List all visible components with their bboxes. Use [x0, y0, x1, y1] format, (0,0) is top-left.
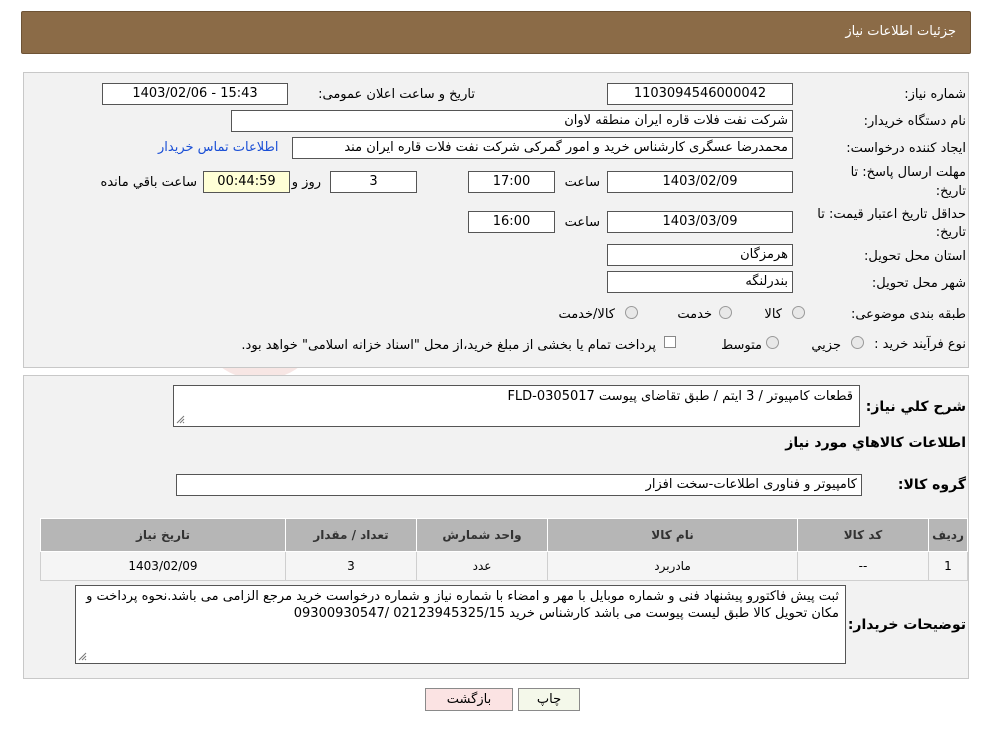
deadline-label: مهلت ارسال پاسخ: تا: [850, 165, 966, 180]
col-quantity: تعداد / مقدار: [285, 518, 417, 552]
city-field[interactable]: بندرلنگه: [607, 271, 793, 293]
cell-need-date: 1403/02/09: [40, 551, 286, 581]
col-unit: واحد شمارش: [416, 518, 548, 552]
buyer-notes-text: ثبت پیش فاکتورو پیشنهاد فنی و شماره موبا…: [86, 589, 839, 621]
province-field[interactable]: هرمزگان: [607, 244, 793, 266]
resize-grip-icon[interactable]: [176, 415, 185, 424]
col-row-number: رديف: [928, 518, 968, 552]
creator-label: ایجاد کننده درخواست:: [846, 141, 966, 156]
process-option-minor: جزیي: [811, 338, 841, 353]
buyer-org-field[interactable]: شرکت نفت فلات قاره ایران منطقه لاوان: [231, 110, 793, 132]
price-validity-label-date: تاریخ:: [935, 225, 966, 240]
buyer-notes-label: توضيحات خريدار:: [847, 617, 966, 633]
col-goods-code: کد کالا: [797, 518, 929, 552]
resize-grip-icon[interactable]: [78, 652, 87, 661]
price-validity-label: حداقل تاریخ اعتبار قیمت: تا: [817, 207, 966, 222]
deadline-label-date: تاریخ:: [935, 184, 966, 199]
col-need-date: تاریخ نیاز: [40, 518, 286, 552]
print-button[interactable]: چاپ: [518, 688, 580, 711]
validity-time-label: ساعت: [564, 215, 600, 230]
announce-datetime-label: تاریخ و ساعت اعلان عمومی:: [318, 87, 475, 102]
remaining-time-label: ساعت باقي مانده: [100, 175, 197, 190]
process-type-label: نوع فرآیند خرید :: [874, 337, 966, 352]
category-radio-goods[interactable]: [792, 306, 805, 319]
goods-table: رديف کد کالا نام کالا واحد شمارش تعداد /…: [40, 518, 968, 581]
goods-group-label: گروه کالا:: [897, 477, 966, 493]
need-number-field[interactable]: 1103094546000042: [607, 83, 793, 105]
category-option-service: خدمت: [677, 307, 712, 322]
summary-text: قطعات کامپیوتر / 3 ایتم / طبق تقاضای پیو…: [507, 389, 853, 404]
creator-field[interactable]: محمدرضا عسگری کارشناس خرید و امور گمرکی …: [292, 137, 793, 159]
remaining-time-field[interactable]: 00:44:59: [203, 171, 290, 193]
summary-label: شرح کلي نياز:: [865, 399, 966, 415]
buyer-contact-link[interactable]: اطلاعات تماس خریدار: [158, 140, 278, 155]
category-option-goods-service: کالا/خدمت: [558, 307, 615, 322]
deadline-time-label: ساعت: [564, 175, 600, 190]
days-label: روز و: [291, 175, 321, 190]
cell-goods-code: --: [797, 551, 929, 581]
page-header: جزئیات اطلاعات نیاز: [21, 11, 971, 54]
goods-table-header: رديف کد کالا نام کالا واحد شمارش تعداد /…: [40, 518, 968, 552]
buyer-notes-textarea[interactable]: ثبت پیش فاکتورو پیشنهاد فنی و شماره موبا…: [75, 585, 846, 664]
cell-row-number: 1: [928, 551, 968, 581]
announce-datetime-field[interactable]: 1403/02/06 - 15:43: [102, 83, 288, 105]
goods-info-title: اطلاعات کالاهاي مورد نياز: [785, 435, 966, 451]
process-radio-minor[interactable]: [851, 336, 864, 349]
cell-goods-name: مادربرد: [547, 551, 798, 581]
cell-unit: عدد: [416, 551, 548, 581]
page-title: جزئیات اطلاعات نیاز: [845, 24, 956, 39]
deadline-time-field[interactable]: 17:00: [468, 171, 555, 193]
col-goods-name: نام کالا: [547, 518, 798, 552]
process-option-medium: متوسط: [721, 338, 762, 353]
validity-time-field[interactable]: 16:00: [468, 211, 555, 233]
cell-quantity: 3: [285, 551, 417, 581]
city-label: شهر محل تحویل:: [871, 276, 966, 291]
summary-textarea[interactable]: قطعات کامپیوتر / 3 ایتم / طبق تقاضای پیو…: [173, 385, 860, 427]
days-field[interactable]: 3: [330, 171, 417, 193]
buyer-org-label: نام دستگاه خریدار:: [863, 114, 966, 129]
table-row: 1 -- مادربرد عدد 3 1403/02/09: [40, 551, 968, 581]
need-number-label: شماره نیاز:: [904, 87, 966, 102]
category-radio-goods-service[interactable]: [625, 306, 638, 319]
back-button[interactable]: بازگشت: [425, 688, 513, 711]
category-label: طبقه بندی موضوعی:: [850, 307, 966, 322]
province-label: استان محل تحویل:: [864, 249, 966, 264]
process-radio-medium[interactable]: [766, 336, 779, 349]
treasury-checkbox[interactable]: [664, 336, 676, 348]
category-option-goods: کالا: [764, 307, 782, 322]
validity-date-field[interactable]: 1403/03/09: [607, 211, 793, 233]
deadline-date-field[interactable]: 1403/02/09: [607, 171, 793, 193]
process-note: پرداخت تمام یا بخشی از مبلغ خرید،از محل …: [241, 338, 656, 353]
goods-group-field[interactable]: کامپیوتر و فناوری اطلاعات-سخت افزار: [176, 474, 862, 496]
category-radio-service[interactable]: [719, 306, 732, 319]
